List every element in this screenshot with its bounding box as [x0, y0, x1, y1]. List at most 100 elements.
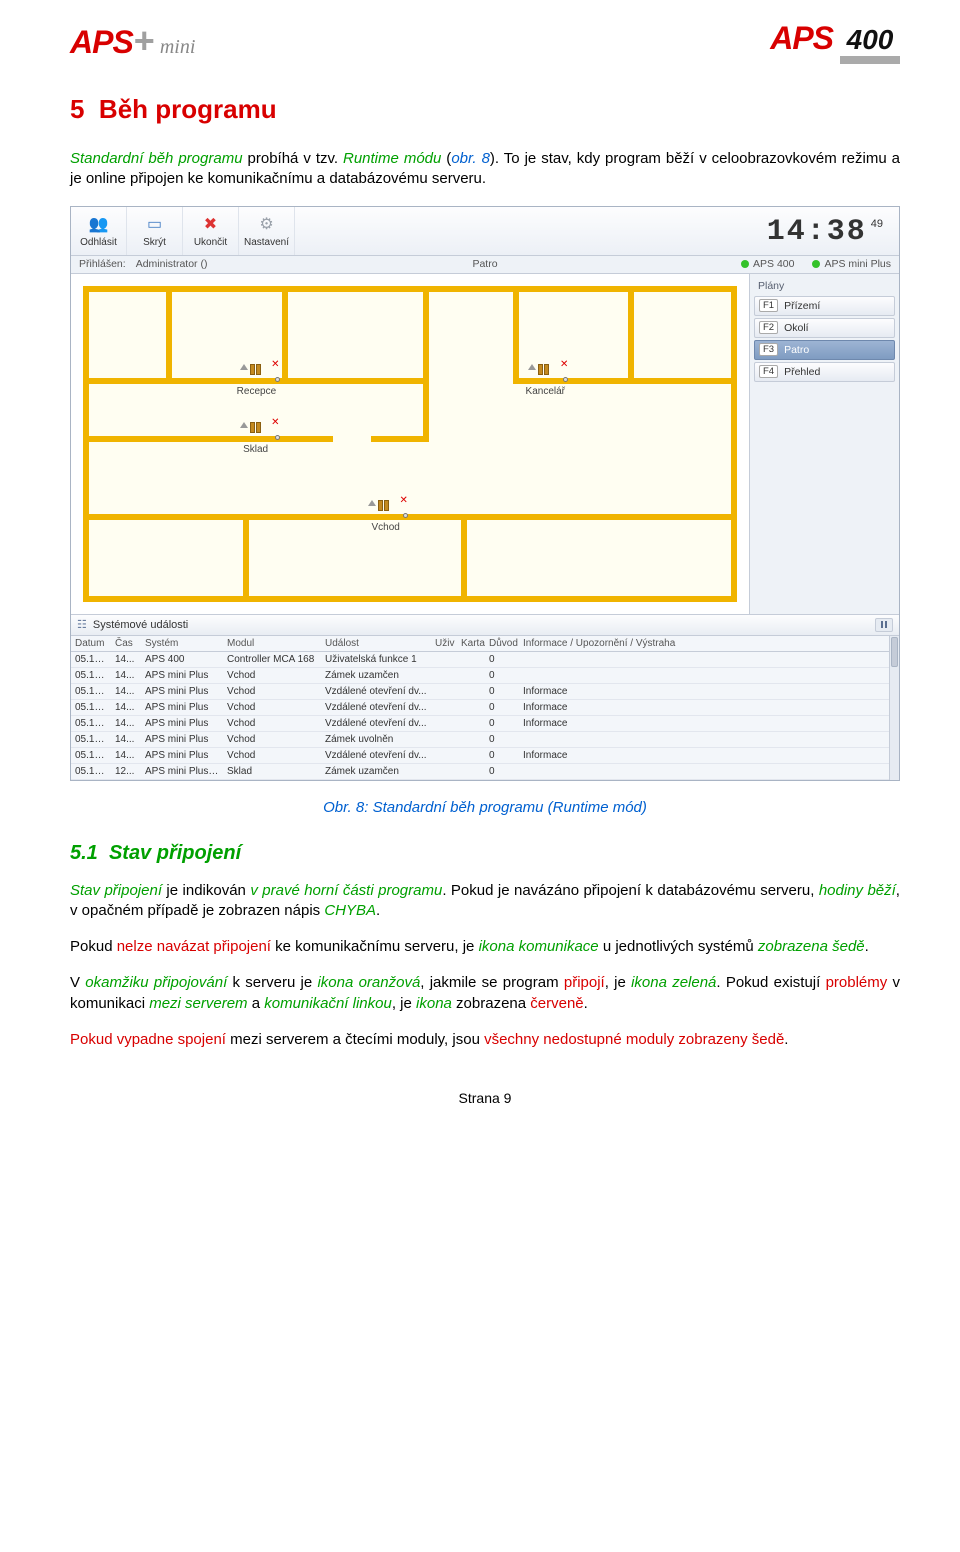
- table-row[interactable]: 05.10...12...APS mini Plus (1)SkladZámek…: [71, 763, 889, 779]
- intro-term-2: Runtime módu: [343, 150, 441, 167]
- col-čas[interactable]: Čas: [111, 636, 141, 652]
- logo-400-bar: [840, 56, 900, 64]
- system-2-indicator: APS mini Plus: [812, 258, 891, 270]
- table-row[interactable]: 05.10...14...APS mini PlusVchodVzdálené …: [71, 683, 889, 699]
- connection-indicators: APS 400 APS mini Plus: [741, 258, 891, 270]
- plan-label: Přízemí: [784, 300, 820, 312]
- intro-term-1: Standardní běh programu: [70, 150, 243, 167]
- col-modul[interactable]: Modul: [223, 636, 321, 652]
- table-row[interactable]: 05.10...14...APS mini PlusVchodZámek uza…: [71, 667, 889, 683]
- door-vchod[interactable]: ✕: [378, 498, 402, 514]
- exit-label: Ukončit: [194, 237, 227, 248]
- events-table: DatumČasSystémModulUdálostUživKartaDůvod…: [71, 636, 889, 780]
- p3-g4: mezi serverem: [149, 995, 247, 1012]
- exit-button[interactable]: ✖ Ukončit: [183, 207, 239, 255]
- p3-r3: červeně: [530, 995, 583, 1012]
- plan-button-okolí[interactable]: F2Okolí: [754, 318, 895, 338]
- col-důvod[interactable]: Důvod: [485, 636, 519, 652]
- col-uživ[interactable]: Uživ: [431, 636, 457, 652]
- table-row[interactable]: 05.10...14...APS mini PlusVchodZámek uvo…: [71, 731, 889, 747]
- col-systém[interactable]: Systém: [141, 636, 223, 652]
- p1-t4: .: [376, 902, 380, 919]
- cell-duvod: 0: [485, 763, 519, 779]
- p3-r2: problémy: [826, 974, 888, 991]
- cell-uzv: [431, 683, 457, 699]
- cell-karta: [457, 715, 485, 731]
- cell-uzv: [431, 763, 457, 779]
- col-událost[interactable]: Událost: [321, 636, 431, 652]
- logo-aps-mini: APS + mini: [70, 20, 195, 62]
- table-row[interactable]: 05.10...14...APS mini PlusVchodVzdálené …: [71, 715, 889, 731]
- floorplan-view[interactable]: ✕ ✕ ✕ ✕ Recepce Kancelář Sklad Vchod: [71, 274, 749, 614]
- cell-evt: Zámek uzamčen: [321, 667, 431, 683]
- table-row[interactable]: 05.10...14...APS mini PlusVchodVzdálené …: [71, 747, 889, 763]
- current-plan-name: Patro: [472, 258, 497, 270]
- cell-duvod: 0: [485, 667, 519, 683]
- logo-aps-400: APS 400: [770, 20, 900, 64]
- hide-button[interactable]: ▭ Skrýt: [127, 207, 183, 255]
- subsection-title: Stav připojení: [109, 842, 241, 864]
- cell-datum: 05.10...: [71, 699, 111, 715]
- p4-r2: všechny nedostupné moduly zobrazeny šedě: [484, 1031, 784, 1048]
- cell-sys: APS mini Plus: [141, 667, 223, 683]
- door-kancelar[interactable]: ✕: [538, 362, 562, 378]
- events-header: ☷ Systémové události: [71, 615, 899, 636]
- cell-info: Informace: [519, 747, 889, 763]
- cell-karta: [457, 699, 485, 715]
- events-scrollbar[interactable]: [889, 636, 899, 780]
- plan-button-přízemí[interactable]: F1Přízemí: [754, 296, 895, 316]
- status-dot-icon: [812, 260, 820, 268]
- gear-icon: ⚙: [256, 213, 278, 235]
- logo-aps-text: APS: [70, 24, 133, 61]
- table-row[interactable]: 05.10...14...APS mini PlusVchodVzdálené …: [71, 699, 889, 715]
- cell-mod: Vchod: [223, 747, 321, 763]
- p4-r1: Pokud vypadne spojení: [70, 1031, 226, 1048]
- p2-t2: ke komunikačnímu serveru, je: [271, 938, 479, 955]
- cell-uzv: [431, 651, 457, 667]
- section-title: Běh programu: [99, 94, 277, 124]
- cell-sys: APS mini Plus: [141, 715, 223, 731]
- settings-button[interactable]: ⚙ Nastavení: [239, 207, 295, 255]
- cell-sys: APS 400: [141, 651, 223, 667]
- cell-datum: 05.10...: [71, 651, 111, 667]
- app-statusbar: Přihlášen: Administrator () Patro APS 40…: [71, 256, 899, 274]
- cell-karta: [457, 667, 485, 683]
- col-datum[interactable]: Datum: [71, 636, 111, 652]
- page-footer: Strana 9: [70, 1090, 900, 1106]
- cell-mod: Vchod: [223, 699, 321, 715]
- cell-uzv: [431, 731, 457, 747]
- close-icon: ✖: [200, 213, 222, 235]
- p1-term4: CHYBA: [324, 902, 376, 919]
- cell-uzv: [431, 715, 457, 731]
- cell-datum: 05.10...: [71, 731, 111, 747]
- col-informace / upozornění / výstraha[interactable]: Informace / Upozornění / Výstraha: [519, 636, 889, 652]
- intro-text-2: (: [441, 150, 451, 167]
- p2-red1: nelze navázat připojení: [117, 938, 271, 955]
- pause-button[interactable]: [875, 618, 893, 632]
- col-karta[interactable]: Karta: [457, 636, 485, 652]
- table-row[interactable]: 05.10...14...APS 400Controller MCA 168Už…: [71, 651, 889, 667]
- logout-button[interactable]: 👥 Odhlásit: [71, 207, 127, 255]
- app-toolbar: 👥 Odhlásit ▭ Skrýt ✖ Ukončit ⚙ Nastavení…: [71, 207, 899, 256]
- p3-t6: a: [248, 995, 265, 1012]
- app-window-screenshot: 👥 Odhlásit ▭ Skrýt ✖ Ukončit ⚙ Nastavení…: [70, 206, 900, 781]
- cell-cas: 14...: [111, 747, 141, 763]
- p2-g2: zobrazena šedě: [758, 938, 865, 955]
- cell-datum: 05.10...: [71, 715, 111, 731]
- door-recepce[interactable]: ✕: [250, 362, 274, 378]
- cell-datum: 05.10...: [71, 763, 111, 779]
- scrollbar-thumb[interactable]: [891, 637, 898, 667]
- plan-button-patro[interactable]: F3Patro: [754, 340, 895, 360]
- cell-datum: 05.10...: [71, 667, 111, 683]
- cell-sys: APS mini Plus: [141, 731, 223, 747]
- sub-para-1: Stav připojení je indikován v pravé horn…: [70, 881, 900, 922]
- subsection-heading: 5.1 Stav připojení: [70, 842, 900, 865]
- p3-t4: . Pokud existují: [716, 974, 825, 991]
- p3-t9: .: [584, 995, 588, 1012]
- plan-button-přehled[interactable]: F4Přehled: [754, 362, 895, 382]
- cell-evt: Vzdálené otevření dv...: [321, 683, 431, 699]
- cell-evt: Vzdálené otevření dv...: [321, 747, 431, 763]
- door-sklad[interactable]: ✕: [250, 420, 274, 436]
- page-header: APS + mini APS 400: [70, 20, 900, 64]
- floorplan-outline: ✕ ✕ ✕ ✕ Recepce Kancelář Sklad Vchod: [83, 286, 737, 602]
